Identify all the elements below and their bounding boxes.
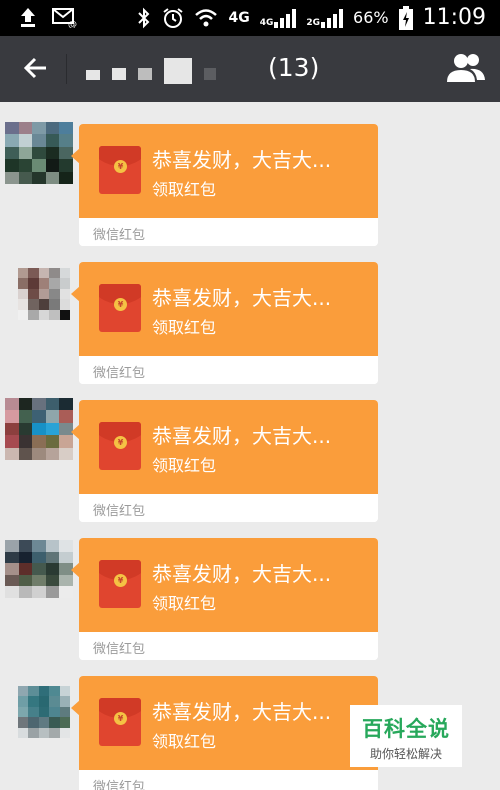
- avatar[interactable]: [5, 398, 73, 460]
- message-item: ¥ 恭喜发财，大吉大... 领取红包 微信红包: [0, 240, 500, 384]
- signal-icon: [274, 8, 297, 28]
- red-packet-icon: ¥: [99, 146, 141, 194]
- clock: 11:09: [422, 5, 486, 30]
- red-packet-card[interactable]: ¥ 恭喜发财，大吉大... 领取红包 微信红包: [79, 676, 378, 790]
- battery-percent: 66%: [353, 8, 389, 27]
- group-members-icon[interactable]: [446, 50, 486, 86]
- red-packet-icon: ¥: [99, 698, 141, 746]
- red-packet-greeting: 恭喜发财，大吉大...: [152, 700, 332, 724]
- back-arrow-icon[interactable]: [18, 50, 54, 86]
- sim2-label: 2G: [306, 17, 321, 28]
- avatar[interactable]: [5, 122, 73, 184]
- red-packet-action: 领取红包: [152, 732, 217, 751]
- watermark-title: 百科全说: [362, 717, 450, 741]
- red-packet-source: 微信红包: [79, 770, 378, 790]
- watermark-subtitle: 助你轻松解决: [369, 747, 442, 761]
- red-packet-action: 领取红包: [152, 594, 217, 613]
- avatar[interactable]: [18, 268, 70, 320]
- status-bar: @ 4G 4G 2G 66% 11:09: [0, 0, 500, 36]
- red-packet-greeting: 恭喜发财，大吉大...: [152, 424, 332, 448]
- red-packet-card[interactable]: ¥ 恭喜发财，大吉大... 领取红包 微信红包: [79, 538, 378, 660]
- message-item: ¥ 恭喜发财，大吉大... 领取红包 微信红包: [0, 516, 500, 660]
- red-packet-action: 领取红包: [152, 318, 217, 337]
- signal-icon: [321, 8, 344, 28]
- red-packet-card[interactable]: ¥ 恭喜发财，大吉大... 领取红包 微信红包: [79, 124, 378, 246]
- site-watermark: 百科全说 助你轻松解决: [350, 705, 462, 767]
- upload-icon: [21, 8, 35, 27]
- alarm-icon: [163, 7, 184, 28]
- avatar[interactable]: [18, 686, 70, 738]
- red-packet-icon: ¥: [99, 422, 141, 470]
- blurred-group-name: [86, 58, 216, 84]
- message-item: ¥ 恭喜发财，大吉大... 领取红包 微信红包: [0, 102, 500, 246]
- message-item: ¥ 恭喜发财，大吉大... 领取红包 微信红包: [0, 378, 500, 522]
- network-type: 4G: [228, 9, 250, 26]
- chat-message-list[interactable]: ¥ 恭喜发财，大吉大... 领取红包 微信红包 ¥ 恭喜发财，大吉大... 领取…: [0, 102, 500, 790]
- title-divider: [66, 54, 67, 84]
- red-packet-icon: ¥: [99, 560, 141, 608]
- wifi-icon: [195, 8, 218, 26]
- mail-icon: @: [52, 8, 77, 28]
- red-packet-greeting: 恭喜发财，大吉大...: [152, 562, 332, 586]
- avatar[interactable]: [5, 540, 73, 598]
- red-packet-card[interactable]: ¥ 恭喜发财，大吉大... 领取红包 微信红包: [79, 400, 378, 522]
- red-packet-action: 领取红包: [152, 180, 217, 199]
- sim1-label: 4G: [259, 17, 274, 28]
- red-packet-greeting: 恭喜发财，大吉大...: [152, 148, 332, 172]
- red-packet-action: 领取红包: [152, 456, 217, 475]
- member-count: (13): [268, 53, 320, 82]
- chat-title-bar: (13): [0, 36, 500, 102]
- svg-text:@: @: [68, 20, 77, 28]
- battery-charging-icon: [398, 5, 413, 30]
- red-packet-greeting: 恭喜发财，大吉大...: [152, 286, 332, 310]
- red-packet-icon: ¥: [99, 284, 141, 332]
- bluetooth-icon: [138, 7, 150, 28]
- red-packet-card[interactable]: ¥ 恭喜发财，大吉大... 领取红包 微信红包: [79, 262, 378, 384]
